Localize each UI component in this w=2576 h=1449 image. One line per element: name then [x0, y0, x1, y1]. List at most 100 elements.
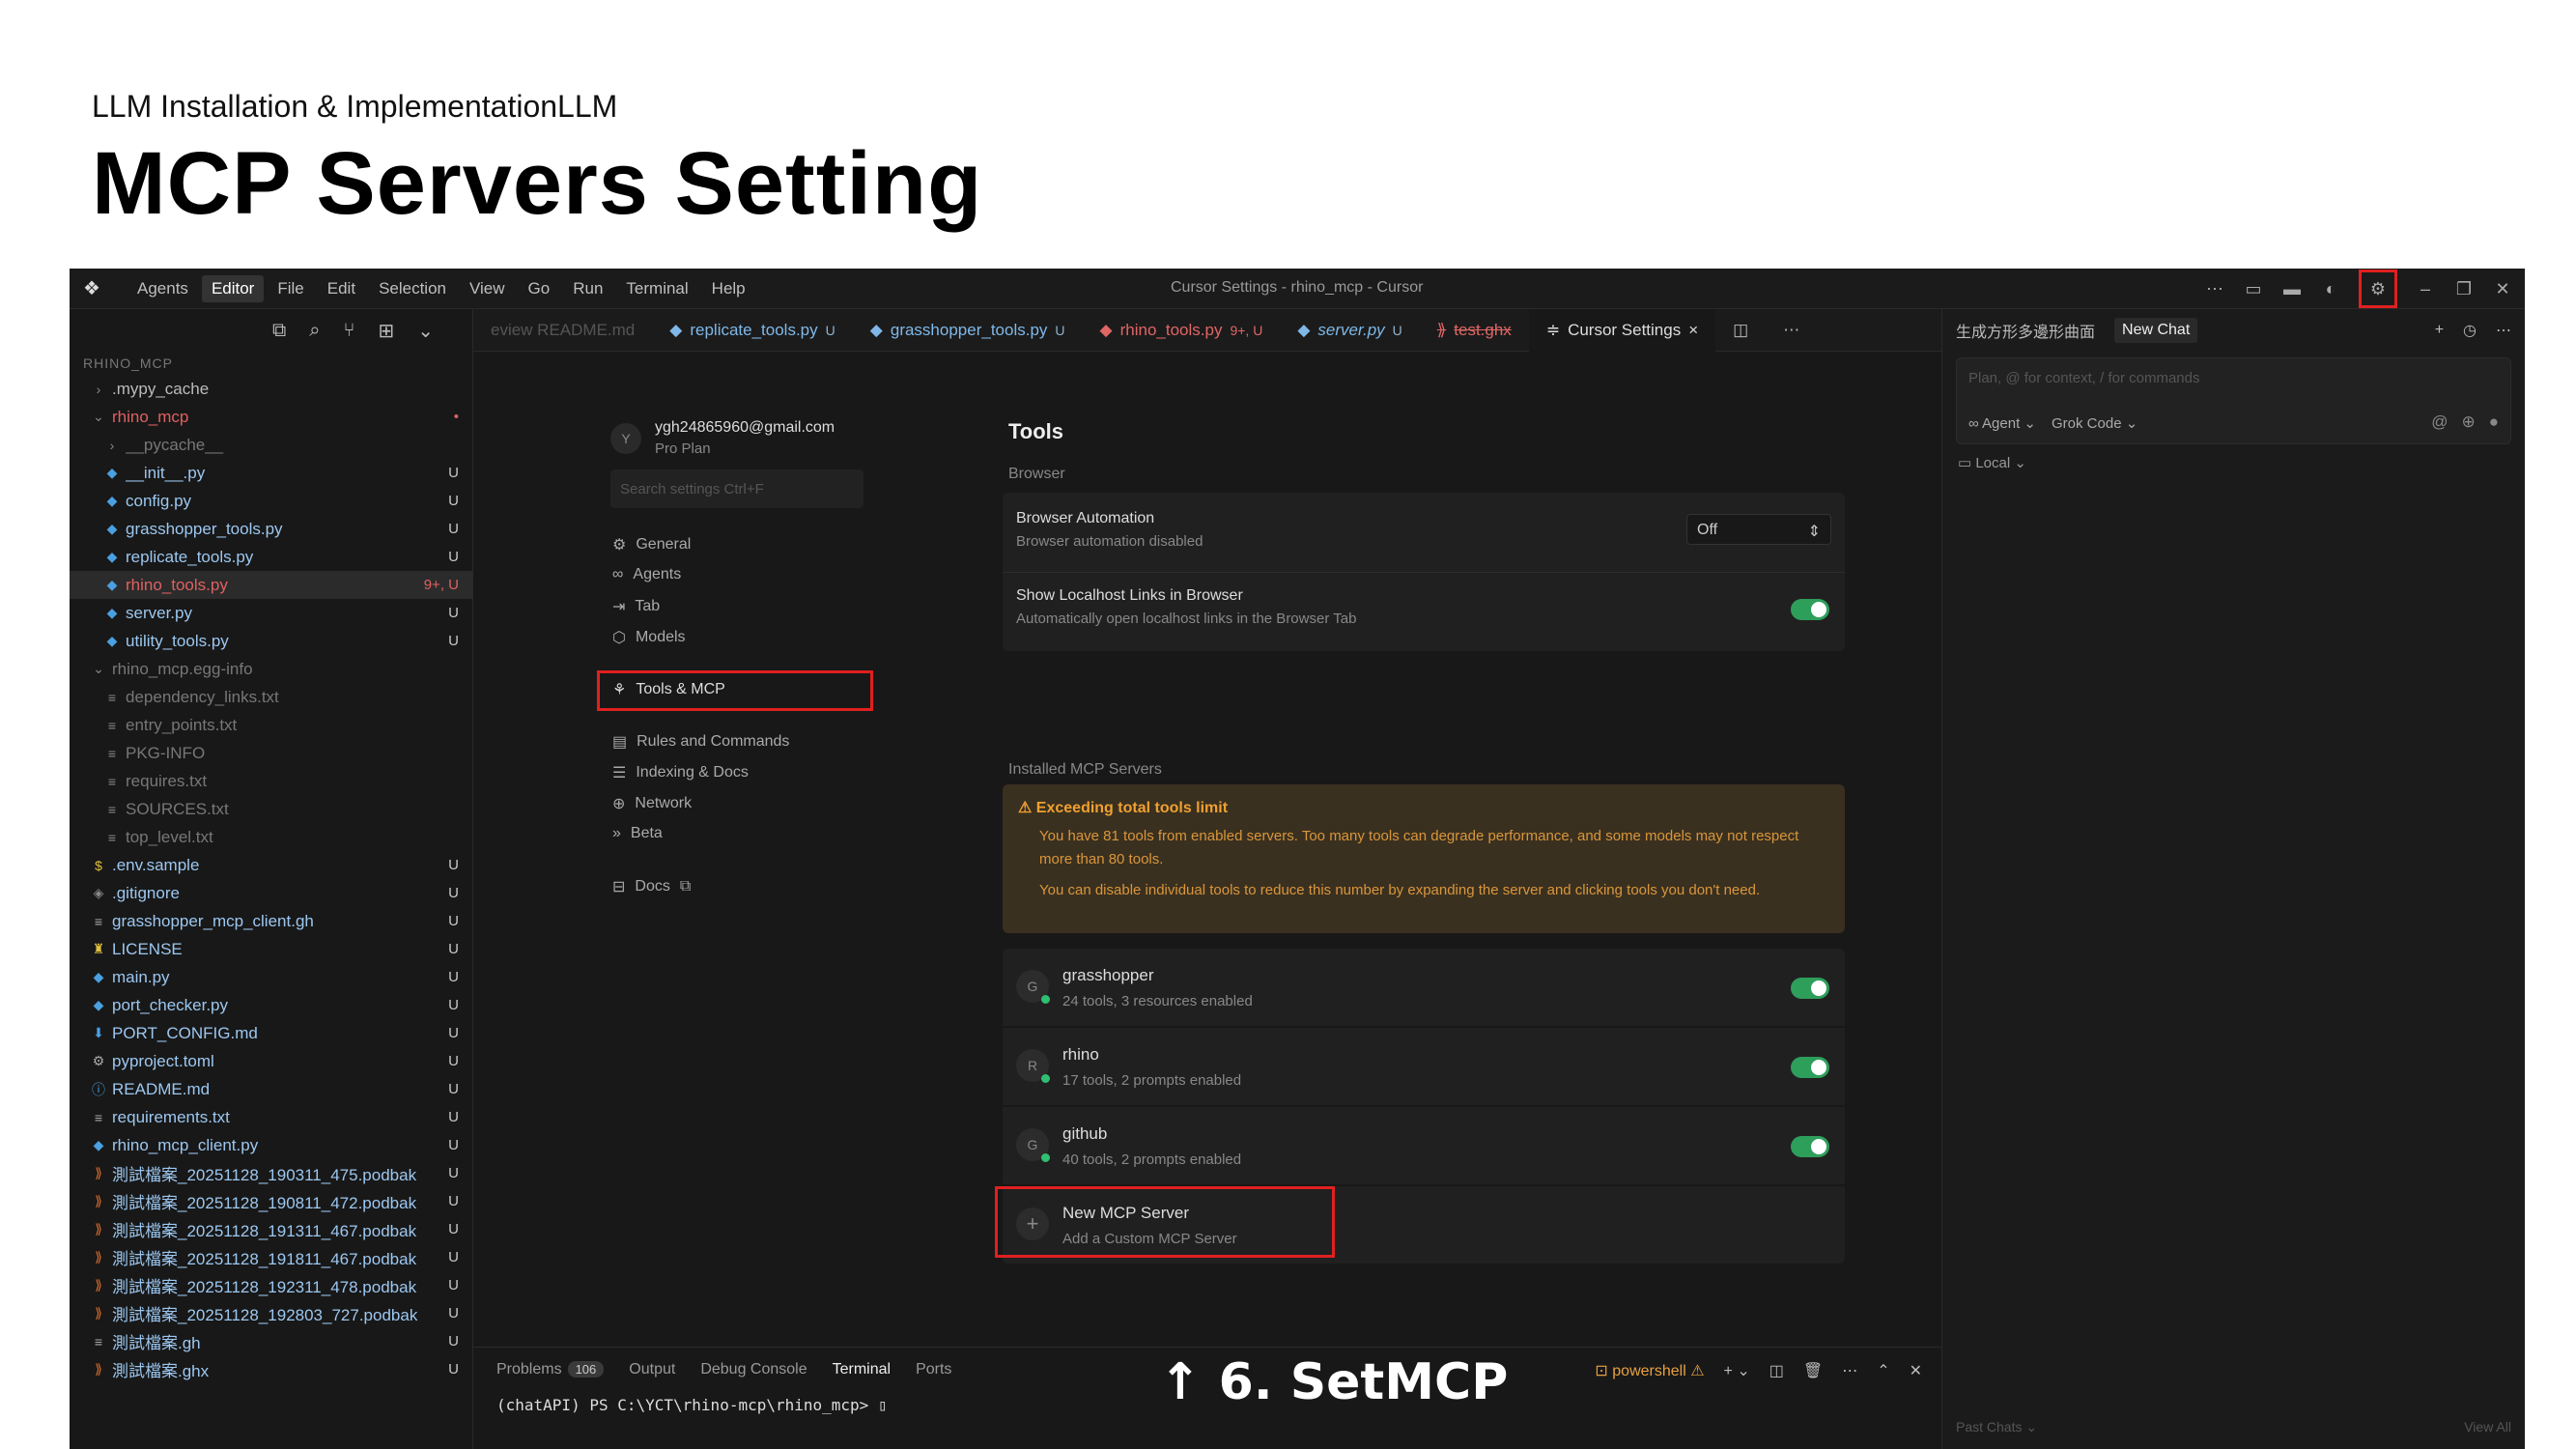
- chevron-down-icon[interactable]: ⌄: [417, 319, 434, 343]
- menu-go[interactable]: Go: [519, 275, 560, 302]
- explorer-root[interactable]: RHINO_MCP: [70, 352, 472, 375]
- view-all-link[interactable]: View All: [2464, 1419, 2511, 1435]
- tree-item[interactable]: ⟫ 測試檔案_20251128_190311_475.podbak U: [70, 1159, 472, 1187]
- menu-edit[interactable]: Edit: [318, 275, 365, 302]
- tree-item[interactable]: ♜ LICENSE U: [70, 935, 472, 963]
- panel-tab-output[interactable]: Output: [629, 1361, 675, 1378]
- tree-item[interactable]: ⟫ 測試檔案_20251128_191311_467.podbak U: [70, 1215, 472, 1243]
- nav-agents[interactable]: ∞ Agents: [612, 566, 681, 583]
- toggle-sidebar-icon[interactable]: ▭: [2243, 279, 2264, 299]
- agent-select[interactable]: ∞ Agent ⌄: [1968, 414, 2036, 432]
- past-chats-link[interactable]: Past Chats ⌄: [1956, 1419, 2037, 1435]
- tree-item[interactable]: ⟫ 測試檔案_20251128_192803_727.podbak U: [70, 1299, 472, 1327]
- tree-item[interactable]: ≡ requirements.txt U: [70, 1103, 472, 1131]
- tree-item[interactable]: ≡ entry_points.txt: [70, 711, 472, 739]
- terminal-prompt[interactable]: (chatAPI) PS C:\YCT\rhino-mcp\rhino_mcp>…: [496, 1396, 888, 1414]
- browser-automation-select[interactable]: Off ⇕: [1686, 514, 1831, 545]
- toggle-panel-icon[interactable]: ▬: [2281, 279, 2303, 299]
- mention-icon[interactable]: @: [2431, 412, 2448, 432]
- panel-tab-problems[interactable]: Problems 106: [496, 1361, 605, 1378]
- split-terminal-icon[interactable]: ◫: [1769, 1361, 1784, 1380]
- mcp-server-rhino[interactable]: R rhino 17 tools, 2 prompts enabled: [1003, 1028, 1845, 1105]
- server-toggle[interactable]: [1791, 978, 1829, 999]
- nav-rules[interactable]: ▤ Rules and Commands: [612, 732, 789, 752]
- tree-item[interactable]: ⬇ PORT_CONFIG.md U: [70, 1019, 472, 1047]
- chat-input[interactable]: Plan, @ for context, / for commands ∞ Ag…: [1956, 357, 2511, 444]
- tree-item[interactable]: ≡ SOURCES.txt: [70, 795, 472, 823]
- tree-item[interactable]: ◆ __init__.py U: [70, 459, 472, 487]
- tree-item[interactable]: $ .env.sample U: [70, 851, 472, 879]
- nav-general[interactable]: ⚙ General: [612, 535, 691, 554]
- tab-server[interactable]: ◆ server.py U: [1280, 309, 1419, 352]
- nav-indexing[interactable]: ☰ Indexing & Docs: [612, 763, 749, 782]
- files-icon[interactable]: ⧉: [272, 320, 286, 342]
- mcp-server-grasshopper[interactable]: G grasshopper 24 tools, 3 resources enab…: [1003, 949, 1845, 1026]
- menu-editor[interactable]: Editor: [201, 275, 265, 302]
- local-select[interactable]: ▭ Local ⌄: [1958, 454, 2509, 471]
- chat-history-title[interactable]: 生成方形多邊形曲面: [1956, 319, 2095, 342]
- tree-item[interactable]: ◆ utility_tools.py U: [70, 627, 472, 655]
- tab-replicate-tools[interactable]: ◆ replicate_tools.py U: [652, 309, 853, 352]
- tree-item[interactable]: ◆ server.py U: [70, 599, 472, 627]
- close-window-icon[interactable]: ✕: [2492, 279, 2513, 299]
- tree-item[interactable]: ≡ requires.txt: [70, 767, 472, 795]
- tree-item[interactable]: ◆ replicate_tools.py U: [70, 543, 472, 571]
- tree-item[interactable]: ⌄ rhino_mcp •: [70, 403, 472, 431]
- chat-more-icon[interactable]: ⋯: [2496, 321, 2511, 340]
- localhost-links-toggle[interactable]: [1791, 599, 1829, 620]
- tree-item[interactable]: ◆ grasshopper_tools.py U: [70, 515, 472, 543]
- tree-item[interactable]: ◈ .gitignore U: [70, 879, 472, 907]
- nav-docs[interactable]: ⊟ Docs ⧉: [612, 877, 691, 896]
- tab-rhino-tools[interactable]: ◆ rhino_tools.py 9+, U: [1083, 309, 1281, 352]
- tree-item[interactable]: ◆ rhino_mcp_client.py U: [70, 1131, 472, 1159]
- source-control-icon[interactable]: ⑂: [343, 320, 354, 342]
- tree-item[interactable]: ≡ 測試檔案.gh U: [70, 1327, 472, 1355]
- menu-help[interactable]: Help: [702, 275, 755, 302]
- nav-beta[interactable]: » Beta: [612, 825, 663, 842]
- panel-tab-terminal[interactable]: Terminal: [833, 1361, 891, 1378]
- tree-item[interactable]: ≡ dependency_links.txt: [70, 683, 472, 711]
- panel-tab-debug[interactable]: Debug Console: [700, 1361, 807, 1378]
- menu-terminal[interactable]: Terminal: [616, 275, 697, 302]
- tree-item[interactable]: ≡ top_level.txt: [70, 823, 472, 851]
- tree-item[interactable]: ⓘ README.md U: [70, 1075, 472, 1103]
- server-toggle[interactable]: [1791, 1057, 1829, 1078]
- minimize-icon[interactable]: –: [2415, 279, 2436, 299]
- tree-item[interactable]: ≡ grasshopper_mcp_client.gh U: [70, 907, 472, 935]
- search-icon[interactable]: ⌕: [309, 320, 320, 342]
- nav-network[interactable]: ⊕ Network: [612, 794, 692, 813]
- new-terminal-icon[interactable]: + ⌄: [1724, 1361, 1750, 1380]
- menu-run[interactable]: Run: [563, 275, 612, 302]
- tab-readme[interactable]: eview README.md: [473, 309, 652, 352]
- trash-icon[interactable]: 🗑: [1803, 1361, 1823, 1380]
- panel-more-icon[interactable]: ⋯: [1842, 1361, 1857, 1380]
- tab-more-icon[interactable]: ⋯: [1766, 309, 1817, 352]
- close-tab-icon[interactable]: ×: [1688, 321, 1698, 340]
- menu-selection[interactable]: Selection: [369, 275, 456, 302]
- settings-search-input[interactable]: Search settings Ctrl+F: [610, 469, 863, 508]
- menu-file[interactable]: File: [268, 275, 313, 302]
- tab-cursor-settings[interactable]: ≑ Cursor Settings ×: [1528, 308, 1716, 352]
- model-select[interactable]: Grok Code ⌄: [2052, 414, 2137, 432]
- tab-grasshopper-tools[interactable]: ◆ grasshopper_tools.py U: [853, 309, 1083, 352]
- tree-item[interactable]: ⟫ 測試檔案_20251128_190811_472.podbak U: [70, 1187, 472, 1215]
- nav-models[interactable]: ⬡ Models: [612, 628, 686, 647]
- tree-item[interactable]: ◆ port_checker.py U: [70, 991, 472, 1019]
- tree-item[interactable]: › __pycache__: [70, 431, 472, 459]
- nav-tab[interactable]: ⇥ Tab: [612, 597, 660, 616]
- extensions-icon[interactable]: ⊞: [378, 319, 394, 343]
- new-chat-tab[interactable]: New Chat: [2114, 318, 2198, 343]
- server-toggle[interactable]: [1791, 1136, 1829, 1157]
- globe-icon[interactable]: ⊕: [2461, 412, 2475, 432]
- menu-agents[interactable]: Agents: [127, 275, 198, 302]
- tree-item[interactable]: ◆ config.py U: [70, 487, 472, 515]
- microphone-icon[interactable]: ●: [2489, 412, 2499, 432]
- add-chat-icon[interactable]: +: [2435, 322, 2444, 339]
- tree-item[interactable]: ⌄ rhino_mcp.egg-info: [70, 655, 472, 683]
- tree-item[interactable]: ⟫ 測試檔案_20251128_191811_467.podbak U: [70, 1243, 472, 1271]
- tab-test-ghx[interactable]: ⟫ test.ghx: [1420, 309, 1529, 352]
- account-icon[interactable]: ◐: [2320, 279, 2341, 299]
- restore-icon[interactable]: ❐: [2453, 279, 2475, 299]
- powershell-label[interactable]: ⊡ powershell ⚠: [1595, 1361, 1704, 1380]
- tree-item[interactable]: ⟫ 測試檔案_20251128_192311_478.podbak U: [70, 1271, 472, 1299]
